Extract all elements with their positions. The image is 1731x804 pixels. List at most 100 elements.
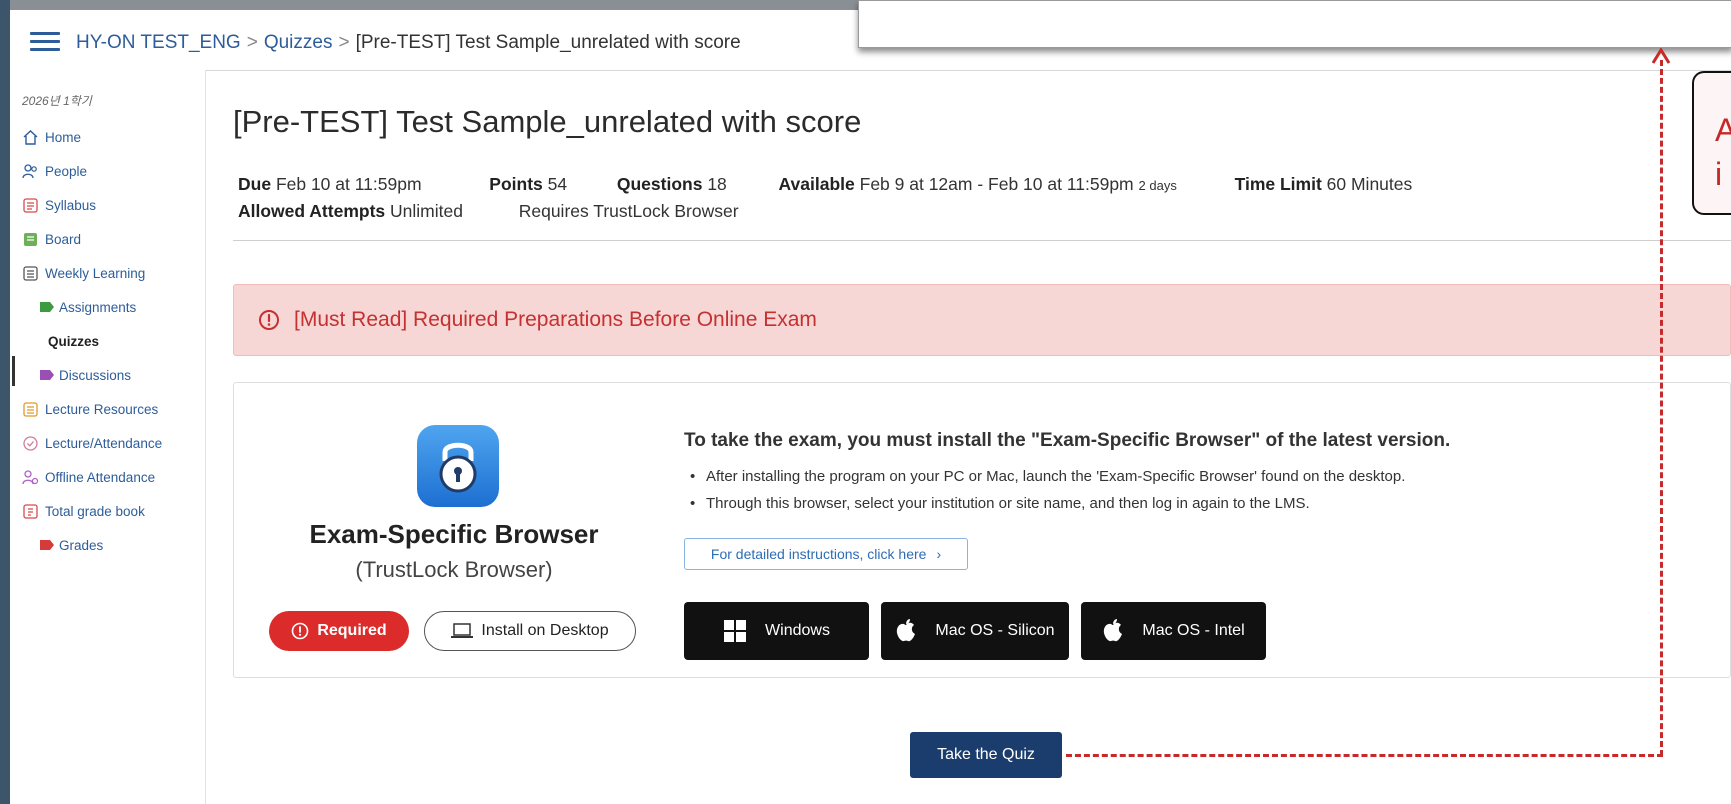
people-icon: [22, 163, 39, 180]
home-icon: [22, 129, 39, 146]
list-item: Through this browser, select your instit…: [684, 495, 1405, 512]
sidebar-item-label: Total grade book: [45, 503, 145, 519]
sidebar-item-label: Quizzes: [48, 333, 100, 349]
time-limit-label: Time Limit: [1234, 174, 1322, 194]
due-label: Due: [238, 174, 272, 194]
available-value: Feb 9 at 12am - Feb 10 at 11:59pm: [859, 174, 1134, 194]
syllabus-icon: [22, 197, 39, 214]
apple-icon: [1104, 619, 1123, 642]
sidebar-item-label: Assignments: [59, 299, 137, 315]
download-label: Windows: [765, 622, 830, 639]
tag-icon: [40, 370, 54, 380]
sidebar-item-lecture-resources[interactable]: Lecture Resources: [22, 398, 158, 420]
term-label: 2026년 1학기: [22, 94, 92, 108]
available-duration: 2 days: [1138, 178, 1177, 193]
download-mac-intel-button[interactable]: Mac OS - Intel: [1081, 602, 1266, 660]
alert-link[interactable]: [Must Read] Required Preparations Before…: [294, 308, 817, 332]
quiz-content: [Pre-TEST] Test Sample_unrelated with sc…: [205, 70, 1731, 804]
resources-icon: [22, 401, 39, 418]
sidebar-item-syllabus[interactable]: Syllabus: [22, 194, 96, 216]
sidebar-item-weekly-learning[interactable]: Weekly Learning: [22, 262, 145, 284]
required-label: Required: [317, 622, 387, 639]
quiz-meta-row-2: Allowed Attempts Unlimited Requires Trus…: [238, 201, 739, 222]
alert-circle-icon: [292, 622, 309, 640]
gradebook-icon: [22, 503, 39, 520]
time-limit-value: 60 Minutes: [1326, 174, 1413, 194]
take-the-quiz-button[interactable]: Take the Quiz: [910, 732, 1062, 778]
sidebar-item-label: Offline Attendance: [45, 469, 156, 485]
hamburger-menu-icon[interactable]: [30, 32, 60, 52]
attempts-value: Unlimited: [390, 201, 463, 221]
sidebar-item-label: Lecture/Attendance: [45, 435, 163, 451]
annotation-dashed-line-horizontal: [1066, 754, 1663, 757]
sidebar-item-discussions[interactable]: Discussions: [40, 364, 131, 386]
breadcrumb: HY-ON TEST_ENG > Quizzes > [Pre-TEST] Test S…: [76, 32, 741, 54]
weekly-learning-icon: [22, 265, 39, 282]
overlay-popup-panel: [858, 0, 1731, 48]
sidebar-item-label: Grades: [59, 537, 104, 553]
tag-icon: [40, 540, 54, 550]
sidebar-item-lecture-attendance[interactable]: Lecture/Attendance: [22, 432, 162, 454]
requires-browser-text: Requires TrustLock Browser: [518, 201, 739, 221]
download-windows-button[interactable]: Windows: [684, 602, 869, 660]
laptop-icon: [451, 623, 474, 638]
sidebar-item-label: Syllabus: [45, 197, 97, 213]
available-label: Available: [778, 174, 855, 194]
alert-circle-icon: [258, 309, 280, 331]
list-item: After installing the program on your PC …: [684, 468, 1405, 485]
points-label: Points: [489, 174, 543, 194]
download-mac-silicon-button[interactable]: Mac OS - Silicon: [881, 602, 1069, 660]
sidebar-item-label: Board: [45, 231, 82, 247]
lock-app-icon: [417, 425, 499, 507]
breadcrumb-course[interactable]: HY-ON TEST_ENG: [76, 32, 241, 53]
breadcrumb-current: [Pre-TEST] Test Sample_unrelated with sc…: [355, 32, 741, 53]
breadcrumb-separator: >: [246, 32, 258, 53]
install-label: Install on Desktop: [481, 622, 609, 639]
instruction-list: After installing the program on your PC …: [684, 468, 1405, 522]
sidebar-item-people[interactable]: People: [22, 160, 87, 182]
tag-icon: [40, 302, 54, 312]
window-frame-left: [0, 0, 10, 804]
sidebar-item-label: Discussions: [59, 367, 132, 383]
sidebar-item-board[interactable]: Board: [22, 228, 81, 250]
apple-icon: [897, 619, 916, 642]
details-link-label: For detailed instructions, click here: [710, 546, 927, 562]
annotation-arrow-up-icon: [1651, 47, 1671, 64]
points-value: 54: [547, 174, 568, 194]
quiz-meta-row-1: Due Feb 10 at 11:59pm Points 54 Question…: [238, 174, 1412, 195]
course-sidebar: 2026년 1학기 Home People Syllabus Board Wee…: [10, 70, 206, 804]
sidebar-item-home[interactable]: Home: [22, 126, 81, 148]
questions-value: 18: [707, 174, 727, 194]
sidebar-item-label: Lecture Resources: [45, 401, 159, 417]
sidebar-item-label: Home: [45, 129, 82, 145]
exam-browser-card: Exam-Specific Browser (TrustLock Browser…: [233, 382, 1731, 678]
attempts-label: Allowed Attempts: [238, 201, 386, 221]
sidebar-item-quizzes[interactable]: Quizzes: [48, 330, 99, 352]
sidebar-item-label: Weekly Learning: [45, 265, 146, 281]
must-read-alert[interactable]: [Must Read] Required Preparations Before…: [233, 284, 1731, 356]
sidebar-item-assignments[interactable]: Assignments: [40, 296, 136, 318]
breadcrumb-section[interactable]: Quizzes: [264, 32, 333, 53]
sidebar-item-label: People: [45, 163, 88, 179]
questions-label: Questions: [616, 174, 703, 194]
annotation-callout-text: A i: [1715, 112, 1731, 192]
required-badge: Required: [269, 611, 409, 651]
page-title: [Pre-TEST] Test Sample_unrelated with sc…: [233, 104, 862, 139]
download-label: Mac OS - Intel: [1142, 622, 1245, 639]
detailed-instructions-button[interactable]: For detailed instructions, click here ›: [684, 538, 968, 570]
download-label: Mac OS - Silicon: [935, 622, 1055, 639]
annotation-dashed-line-vertical: [1660, 60, 1663, 756]
install-on-desktop-button[interactable]: Install on Desktop: [424, 611, 636, 651]
due-value: Feb 10 at 11:59pm: [275, 174, 422, 194]
windows-icon: [724, 620, 747, 642]
app-name: Exam-Specific Browser: [309, 519, 599, 549]
divider: [233, 240, 1731, 241]
board-icon: [22, 231, 39, 248]
sidebar-item-total-grade-book[interactable]: Total grade book: [22, 500, 145, 522]
app-subtitle: (TrustLock Browser): [355, 557, 553, 582]
sidebar-item-grades[interactable]: Grades: [40, 534, 103, 556]
chevron-right-icon: ›: [936, 546, 942, 562]
attendance-icon: [22, 469, 39, 486]
active-indicator: [12, 356, 15, 386]
sidebar-item-offline-attendance[interactable]: Offline Attendance: [22, 466, 155, 488]
